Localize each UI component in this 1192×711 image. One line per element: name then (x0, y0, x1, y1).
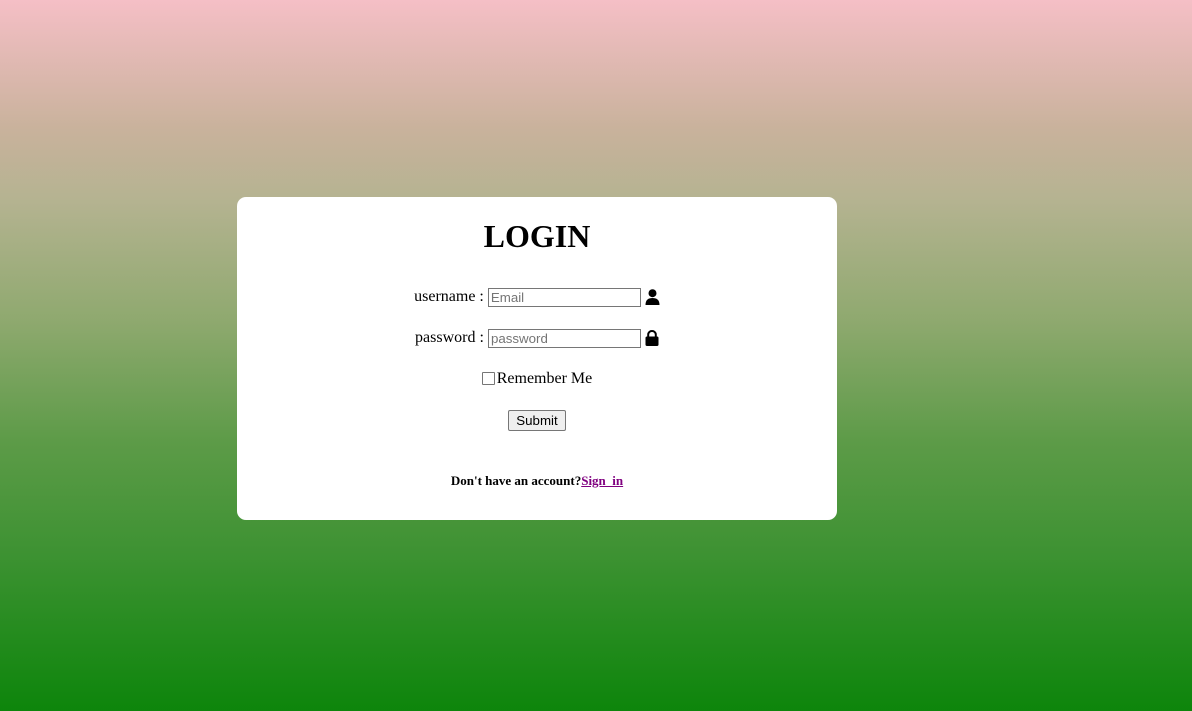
username-input[interactable] (487, 287, 641, 307)
password-row: password : (237, 327, 837, 349)
submit-row: Submit (237, 409, 837, 431)
password-input[interactable] (487, 328, 641, 348)
remember-row: Remember Me (237, 368, 837, 390)
submit-button[interactable]: Submit (508, 409, 566, 431)
username-row: username : (237, 286, 837, 308)
remember-label: Remember Me (496, 370, 593, 387)
page-title: LOGIN (483, 218, 591, 254)
user-icon (645, 289, 660, 305)
login-card: LOGIN username : password : Remember Me … (237, 197, 837, 520)
signup-row: Don't have an account? Sign_in (237, 471, 837, 491)
signup-prompt: Don't have an account? (450, 473, 582, 488)
password-label: password : (415, 329, 484, 346)
remember-checkbox[interactable] (481, 371, 495, 385)
sign-in-link[interactable]: Sign_in (581, 473, 623, 489)
lock-icon (645, 330, 659, 346)
username-label: username : (414, 288, 484, 305)
